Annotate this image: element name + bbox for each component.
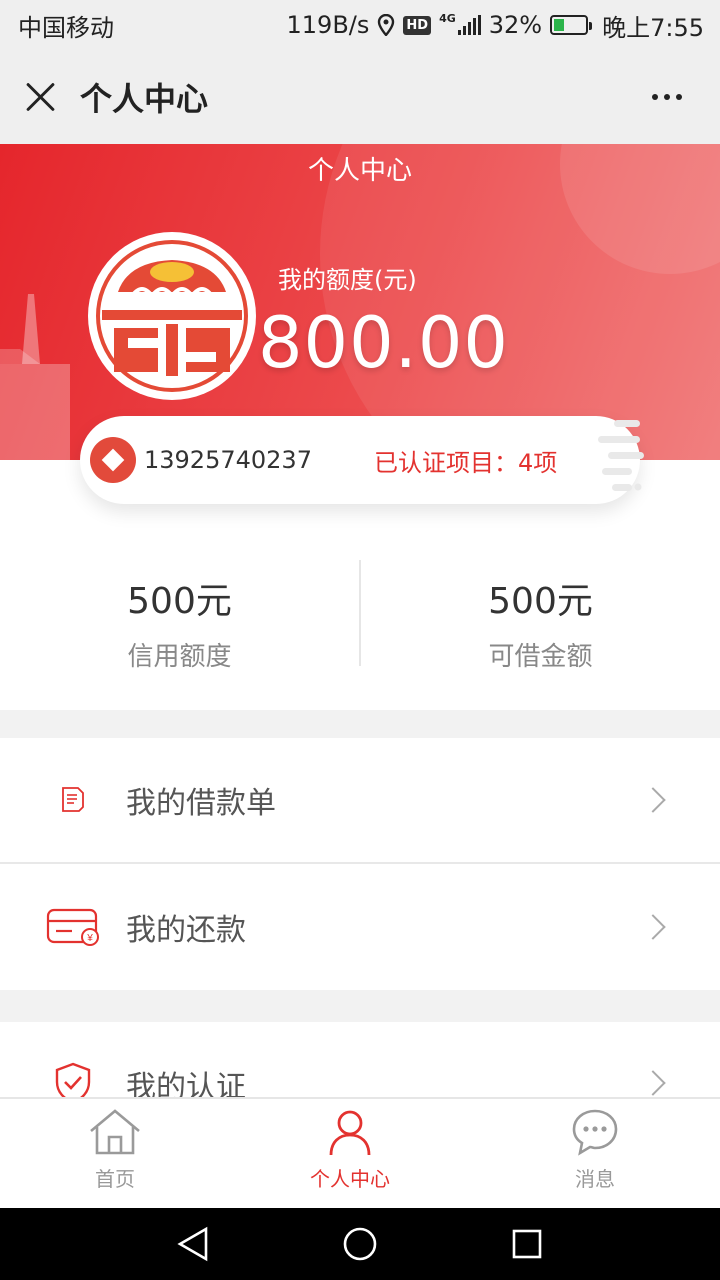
verified-items[interactable]: 已认证项目：4项 [374, 443, 557, 478]
tab-home[interactable]: 首页 [0, 1099, 230, 1208]
loan-document-icon [46, 779, 100, 821]
location-icon [377, 14, 395, 36]
menu-group-loans: 我的借款单 ¥ 我的还款 [0, 738, 720, 990]
menu-item-my-verification[interactable]: 我的认证 [0, 1022, 720, 1097]
user-info-card: 13925740237 已认证项目：4项 [80, 416, 644, 504]
signal-icon [457, 15, 481, 35]
stats-row: 500元 信用额度 500元 可借金额 [0, 560, 720, 672]
clock: 晚上7:55 [602, 13, 704, 42]
network-speed: 119B/s [286, 11, 370, 39]
status-bar: 中国移动 119B/s HD 4G 32% 晚上7:55 [0, 0, 720, 50]
chevron-right-icon [640, 914, 666, 940]
stat-value: 500元 [488, 581, 593, 622]
main-content[interactable]: 个人中心 我的额度(元) 800.00 13925740237 已认证项目：4项 [0, 144, 720, 1097]
phone-number: 13925740237 [144, 446, 312, 474]
bottom-tab-bar: 首页 个人中心 消息 [0, 1097, 720, 1208]
home-circle-icon[interactable] [340, 1224, 380, 1264]
back-icon[interactable] [173, 1224, 213, 1264]
more-options-icon[interactable] [652, 94, 682, 100]
battery-percent: 32% [488, 11, 543, 39]
chevron-right-icon [640, 787, 666, 813]
quota-label: 我的额度(元) [278, 266, 417, 294]
shield-check-icon [46, 1062, 100, 1097]
tab-profile[interactable]: 个人中心 [230, 1099, 470, 1208]
system-navigation-bar [0, 1208, 720, 1280]
nav-bar: 个人中心 [0, 50, 720, 144]
chevron-right-icon [640, 1070, 666, 1096]
menu-item-label: 我的借款单 [126, 786, 276, 821]
menu-item-label: 我的认证 [126, 1070, 246, 1097]
battery-icon [550, 15, 593, 35]
close-icon[interactable] [24, 80, 58, 114]
hero-banner: 个人中心 我的额度(元) 800.00 [0, 144, 720, 460]
tab-label: 个人中心 [310, 1167, 390, 1191]
menu-item-label: 我的还款 [126, 913, 246, 948]
hd-badge: HD [403, 15, 432, 35]
stat-label: 信用额度 [127, 642, 232, 672]
network-type: 4G [439, 12, 456, 25]
quota-value: 800.00 [258, 302, 509, 384]
svg-text:¥: ¥ [86, 933, 93, 944]
recents-icon[interactable] [507, 1224, 547, 1264]
tab-messages[interactable]: 消息 [470, 1099, 720, 1208]
carrier-name: 中国移动 [18, 13, 114, 42]
user-icon [329, 1110, 371, 1156]
menu-item-my-loans[interactable]: 我的借款单 [0, 738, 720, 864]
stat-label: 可借金额 [488, 642, 593, 672]
message-icon [572, 1109, 618, 1156]
tab-label: 消息 [575, 1167, 615, 1191]
tab-label: 首页 [95, 1167, 135, 1191]
brand-logo [88, 232, 256, 400]
user-avatar-icon [90, 437, 136, 483]
repayment-card-icon: ¥ [46, 906, 100, 948]
tower-decoration-icon [0, 294, 70, 460]
menu-group-verification: 我的认证 [0, 1022, 720, 1097]
menu-item-my-repayments[interactable]: ¥ 我的还款 [0, 864, 720, 990]
borrowable-amount-stat: 500元 可借金额 [361, 560, 720, 672]
stat-value: 500元 [127, 581, 232, 622]
hero-title: 个人中心 [307, 156, 412, 186]
speed-lines-icon [598, 420, 644, 491]
home-icon [90, 1109, 140, 1155]
page-title: 个人中心 [80, 80, 209, 118]
credit-limit-stat: 500元 信用额度 [0, 560, 359, 672]
